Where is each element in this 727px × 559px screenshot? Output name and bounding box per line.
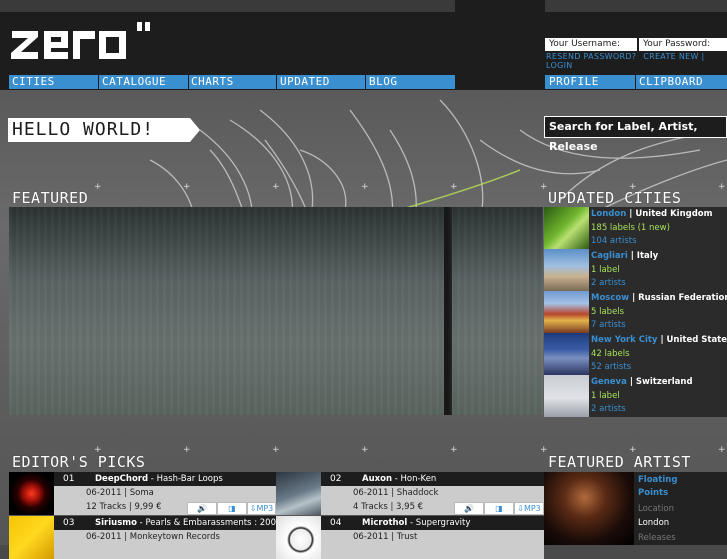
plus-icon: + [272, 445, 280, 455]
info-button[interactable]: ◨ [484, 502, 514, 515]
pick-details: 06-2011 | Shaddock 4 Tracks | 3,95 € 🔊 ◨… [321, 486, 544, 515]
top-strip-right [545, 0, 727, 12]
pick-date-label: 06-2011 | Shaddock [353, 488, 439, 498]
artist-photo [544, 472, 634, 545]
featured-artist-card[interactable]: Floating Points Location London Releases [544, 472, 727, 545]
nav-blog[interactable]: BLOG [366, 75, 455, 89]
plus-icon: + [718, 182, 726, 192]
plus-icon: + [361, 445, 369, 455]
pick-date-label: 06-2011 | Trust [353, 532, 418, 542]
city-row-moscow[interactable]: Moscow | Russian Federation 5 labels 7 a… [544, 291, 727, 333]
pick-cover [9, 472, 54, 515]
city-label-count: 1 label [591, 391, 620, 401]
city-thumbnail [544, 291, 589, 333]
zero-logo [11, 22, 150, 59]
mp3-download-button[interactable]: ⇩MP3 [247, 502, 276, 515]
city-thumbnail [544, 249, 589, 291]
city-row-cagliari[interactable]: Cagliari | Italy 1 label 2 artists [544, 249, 727, 291]
updated-cities-heading: UPDATED CITIES [548, 189, 682, 207]
pick-number: 01 [54, 472, 91, 486]
login-link[interactable]: LOGIN [546, 61, 573, 70]
listen-button[interactable]: 🔊 [187, 502, 217, 515]
hello-world-banner: HELLO WORLD! [8, 118, 200, 142]
city-title: Geneva | Switzerland [591, 377, 693, 387]
nav-clipboard[interactable]: CLIPBOARD [636, 75, 727, 89]
city-label-count: 1 label [591, 265, 620, 275]
artist-name-line1[interactable]: Floating [638, 475, 677, 485]
nav-updated[interactable]: UPDATED [277, 75, 366, 89]
plus-icon: + [183, 445, 191, 455]
pick-item[interactable]: 04 Microthol - Supergravity 06-2011 | Tr… [276, 516, 544, 559]
city-label-count: 5 labels [591, 307, 625, 317]
city-artist-count: 104 artists [591, 236, 637, 246]
pick-item[interactable]: 01 DeepChord - Hash-Bar Loops 06-2011 | … [9, 472, 276, 515]
info-button[interactable]: ◨ [217, 502, 247, 515]
mp3-download-button[interactable]: ⇩MP3 [514, 502, 544, 515]
pick-cover [276, 472, 321, 515]
search-input[interactable]: Search for Label, Artist, Release [544, 116, 727, 153]
city-row-geneva[interactable]: Geneva | Switzerland 1 label 2 artists [544, 375, 727, 417]
create-new-link[interactable]: CREATE NEW [643, 52, 698, 61]
listen-button[interactable]: 🔊 [454, 502, 484, 515]
pick-tracks-price: 12 Tracks | 9,99 € [86, 502, 162, 512]
plus-icon: + [540, 182, 548, 192]
artist-name-line2[interactable]: Points [638, 488, 668, 498]
editors-picks-heading: EDITOR'S PICKS [12, 453, 146, 471]
artist-location-label: Location [638, 504, 674, 514]
featured-image[interactable] [9, 207, 543, 415]
city-thumbnail [544, 333, 589, 375]
pick-number: 04 [321, 516, 358, 530]
username-field[interactable]: Your Username: [545, 38, 637, 51]
city-title: New York City | United States [591, 335, 727, 345]
resend-password-link[interactable]: RESEND PASSWORD? [546, 52, 636, 61]
plus-icon: + [718, 445, 726, 455]
pick-number: 02 [321, 472, 358, 486]
pick-date-label: 06-2011 | Soma [86, 488, 154, 498]
plus-icon: + [540, 445, 548, 455]
pick-cover [276, 516, 321, 559]
plus-icon: + [94, 182, 102, 192]
nav-cities[interactable]: CITIES [9, 75, 98, 89]
top-strip-left [0, 0, 455, 12]
pick-details: 06-2011 | Soma 12 Tracks | 9,99 € 🔊 ◨ ⇩M… [54, 486, 276, 515]
plus-icon: + [450, 445, 458, 455]
pick-item[interactable]: 03 Siriusmo - Pearls & Embarassments : 2… [9, 516, 276, 559]
nav-catalogue[interactable]: CATALOGUE [99, 75, 188, 89]
city-row-new-york-city[interactable]: New York City | United States 42 labels … [544, 333, 727, 375]
plus-icon: + [272, 182, 280, 192]
pick-item[interactable]: 02 Auxon - Hon-Ken 06-2011 | Shaddock 4 … [276, 472, 544, 515]
city-title: Moscow | Russian Federation [591, 293, 727, 303]
plus-icon: + [361, 182, 369, 192]
pick-date-label: 06-2011 | Monkeytown Records [86, 532, 220, 542]
city-thumbnail [544, 375, 589, 417]
city-label-count: 42 labels [591, 349, 630, 359]
pick-number: 03 [54, 516, 91, 530]
city-artist-count: 52 artists [591, 362, 632, 372]
city-row-london[interactable]: London | United Kingdom 185 labels (1 ne… [544, 207, 727, 249]
city-artist-count: 2 artists [591, 278, 626, 288]
city-title: Cagliari | Italy [591, 251, 659, 261]
plus-icon: + [450, 182, 458, 192]
city-label-count: 185 labels (1 new) [591, 223, 670, 233]
plus-icon: + [183, 182, 191, 192]
password-field[interactable]: Your Password: [639, 38, 727, 51]
pick-title: DeepChord - Hash-Bar Loops [91, 472, 276, 486]
pick-title: Microthol - Supergravity [358, 516, 544, 530]
nav-profile[interactable]: PROFILE [546, 75, 635, 89]
nav-charts[interactable]: CHARTS [188, 75, 277, 89]
featured-heading: FEATURED [12, 189, 89, 207]
artist-location: London [638, 518, 670, 528]
city-thumbnail [544, 207, 589, 249]
artist-releases-label: Releases [638, 533, 676, 543]
city-artist-count: 7 artists [591, 320, 626, 330]
pick-title: Siriusmo - Pearls & Embarassments : 2000 [91, 516, 276, 530]
pick-cover [9, 516, 54, 559]
pick-tracks-price: 4 Tracks | 3,95 € [353, 502, 424, 512]
login-links: RESEND PASSWORD? CREATE NEW | LOGIN [546, 52, 727, 70]
city-title: London | United Kingdom [591, 209, 713, 219]
pick-title: Auxon - Hon-Ken [358, 472, 544, 486]
login-separator: | [701, 52, 705, 61]
featured-artist-heading: FEATURED ARTIST [548, 453, 691, 471]
city-artist-count: 2 artists [591, 404, 626, 414]
